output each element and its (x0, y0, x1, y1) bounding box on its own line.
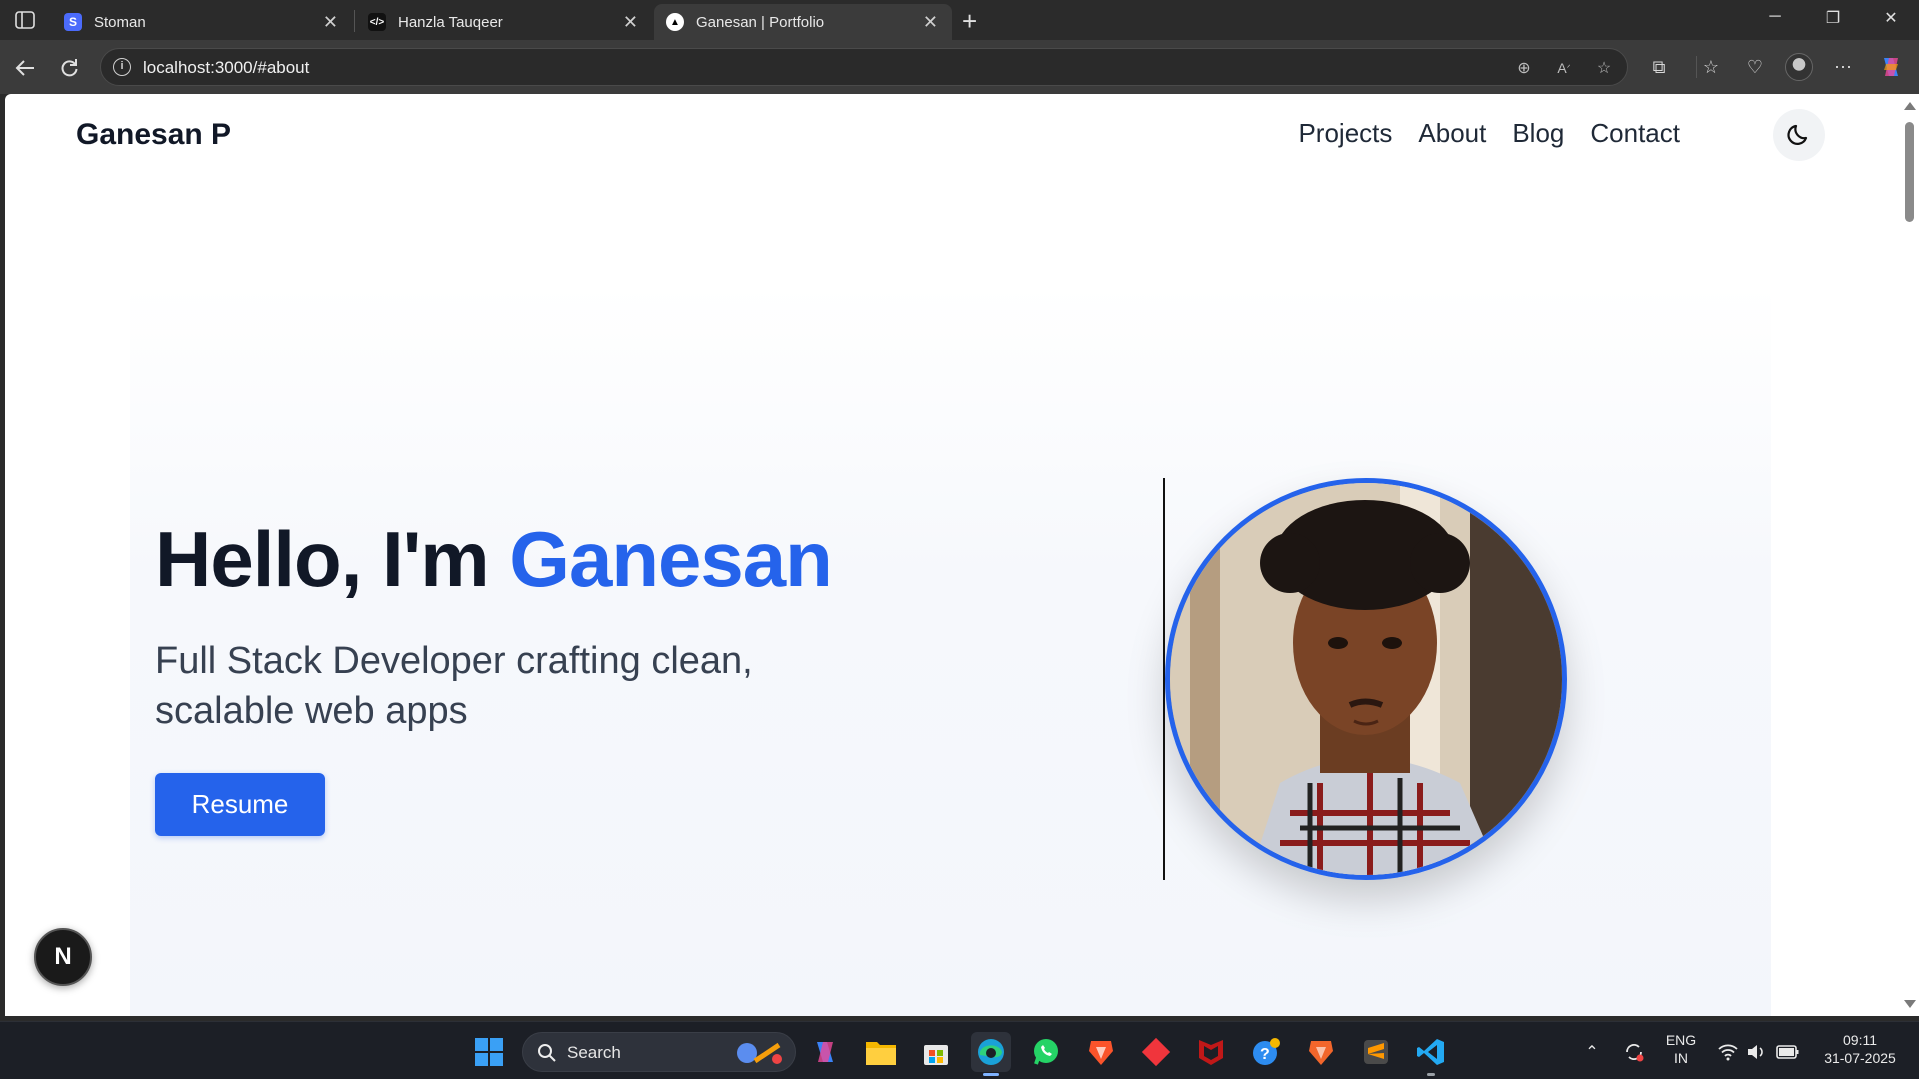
triangle-favicon-icon: ▲ (666, 13, 684, 31)
scroll-up-arrow-icon[interactable] (1904, 102, 1916, 110)
url-field[interactable]: i localhost:3000/#about ⊕ Aᐟ ☆ (100, 48, 1628, 86)
active-app-indicator (983, 1073, 999, 1076)
copilot-icon[interactable] (1876, 52, 1906, 82)
start-windows-icon[interactable] (469, 1032, 509, 1072)
sublime-text-icon[interactable] (1356, 1032, 1396, 1072)
clock-date: 31-07-2025 (1824, 1050, 1896, 1066)
nextjs-dev-badge[interactable]: N (34, 928, 92, 986)
region-code: IN (1674, 1050, 1688, 1066)
extensions-icon[interactable]: ⧉ (1644, 52, 1674, 82)
taskbar-search[interactable]: Search (522, 1032, 796, 1072)
show-hidden-icons-chevron-icon[interactable]: ⌃ (1572, 1032, 1612, 1072)
minimize-icon[interactable]: ─ (1752, 8, 1798, 26)
running-app-indicator (1427, 1073, 1435, 1076)
site-info-icon[interactable]: i (113, 58, 131, 76)
git-tool-icon[interactable] (1136, 1032, 1176, 1072)
battery-icon[interactable] (1768, 1032, 1808, 1072)
page-viewport: Ganesan P Projects About Blog Contact He… (5, 94, 1900, 1016)
url-text: localhost:3000/#about (143, 58, 310, 77)
profile-avatar[interactable] (1784, 52, 1814, 82)
nav-link-about[interactable]: About (1418, 118, 1486, 149)
scroll-down-arrow-icon[interactable] (1904, 1000, 1916, 1008)
file-explorer-icon[interactable] (861, 1032, 901, 1072)
search-label: Search (567, 1043, 621, 1062)
nav-link-blog[interactable]: Blog (1512, 118, 1564, 149)
hero-greeting: Hello, I'm (155, 515, 510, 603)
search-icon (538, 1044, 556, 1062)
resume-button[interactable]: Resume (155, 773, 325, 836)
clock[interactable]: 09:11 31-07-2025 (1812, 1031, 1908, 1067)
close-tab-icon[interactable]: ✕ (923, 12, 938, 33)
address-bar: i localhost:3000/#about ⊕ Aᐟ ☆ ⧉ ☆ ♡ ⋯ (0, 40, 1919, 94)
tab-portfolio[interactable]: ▲ Ganesan | Portfolio ✕ (654, 4, 952, 40)
site-brand[interactable]: Ganesan P (76, 118, 231, 152)
new-tab-icon[interactable]: + (962, 6, 977, 37)
language-code: ENG (1665, 1032, 1697, 1048)
edge-browser-icon[interactable] (971, 1032, 1011, 1076)
tab-separator (354, 10, 355, 32)
page-scrollbar[interactable] (1900, 94, 1919, 1016)
back-icon[interactable] (10, 53, 40, 83)
tab-hanzla[interactable]: </> Hanzla Tauqeer ✕ (356, 4, 652, 40)
nav-link-contact[interactable]: Contact (1590, 118, 1680, 149)
brave-beta-icon[interactable] (1301, 1032, 1341, 1072)
copilot-app-icon[interactable] (806, 1032, 846, 1072)
tab-bar: S Stoman ✕ </> Hanzla Tauqeer ✕ ▲ Ganesa… (0, 0, 1919, 40)
help-icon[interactable]: ? (1246, 1032, 1286, 1072)
hero-heading: Hello, I'm Ganesan (155, 514, 833, 605)
close-window-icon[interactable]: ✕ (1868, 8, 1914, 28)
vscode-icon[interactable] (1411, 1032, 1451, 1076)
tab-stoman[interactable]: S Stoman ✕ (52, 4, 352, 40)
read-aloud-icon[interactable]: Aᐟ (1553, 57, 1575, 79)
hero-subtitle: Full Stack Developer crafting clean, sca… (155, 640, 753, 732)
browser-essentials-icon[interactable]: ♡ (1740, 52, 1770, 82)
search-highlight-icon (737, 1042, 782, 1064)
nav-link-projects[interactable]: Projects (1298, 118, 1392, 149)
hero-name: Ganesan (509, 515, 832, 603)
microsoft-store-icon[interactable] (916, 1032, 956, 1072)
site-nav-links: Projects About Blog Contact (1298, 118, 1680, 149)
sync-status-icon[interactable] (1614, 1032, 1654, 1072)
tab-title: Ganesan | Portfolio (696, 13, 825, 31)
tab-title: Hanzla Tauqeer (398, 13, 503, 31)
refresh-icon[interactable] (54, 53, 84, 83)
profile-photo (1165, 478, 1567, 880)
scroll-thumb[interactable] (1905, 122, 1914, 222)
code-favicon-icon: </> (368, 13, 386, 31)
zoom-icon[interactable]: ⊕ (1513, 57, 1535, 79)
tab-title: Stoman (94, 13, 146, 31)
whatsapp-icon[interactable] (1026, 1032, 1066, 1072)
site-header: Ganesan P Projects About Blog Contact (5, 94, 1900, 182)
close-tab-icon[interactable]: ✕ (623, 12, 638, 33)
theme-toggle-button[interactable] (1773, 109, 1825, 161)
moon-icon (1787, 124, 1808, 145)
mcafee-icon[interactable] (1191, 1032, 1231, 1072)
svg-text:?: ? (1260, 1046, 1270, 1063)
close-tab-icon[interactable]: ✕ (323, 12, 338, 33)
more-options-icon[interactable]: ⋯ (1828, 52, 1858, 82)
favorite-star-icon[interactable]: ☆ (1593, 57, 1615, 79)
tab-actions-icon[interactable] (12, 8, 38, 32)
clock-time: 09:11 (1843, 1032, 1877, 1048)
input-language-indicator[interactable]: ENG IN (1660, 1031, 1702, 1067)
stoman-favicon-icon: S (64, 13, 82, 31)
brave-browser-icon[interactable] (1081, 1032, 1121, 1072)
favorites-icon[interactable]: ☆ (1696, 52, 1726, 82)
taskbar: Search ? ⌃ ENG IN 09:11 31-07-2025 (0, 1021, 1919, 1079)
restore-icon[interactable]: ❐ (1810, 8, 1856, 28)
